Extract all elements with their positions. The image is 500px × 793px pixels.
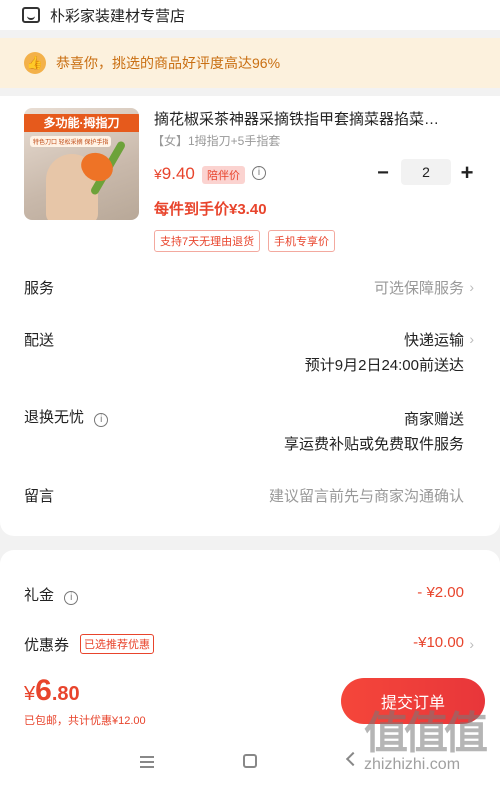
- store-name[interactable]: 朴彩家装建材专营店: [50, 5, 185, 26]
- delivery-eta: 预计9月2日24:00前送达: [304, 357, 464, 374]
- menu-icon[interactable]: [140, 756, 154, 768]
- coupon-recommended-tag: 已选推荐优惠: [80, 634, 154, 654]
- mobile-price-tag: 手机专享价: [268, 230, 335, 252]
- price-symbol: ¥: [154, 166, 162, 182]
- quantity-increase-button[interactable]: +: [456, 162, 478, 186]
- price-value: 9.40: [161, 164, 195, 183]
- service-label: 服务: [24, 280, 55, 297]
- coupon-value[interactable]: -¥10.00: [413, 634, 464, 651]
- price-info-icon[interactable]: i: [252, 166, 266, 180]
- watermark-url: zhizhizhi.com: [364, 756, 461, 773]
- service-value[interactable]: 可选保障服务: [374, 277, 464, 298]
- return-policy-tag: 支持7天无理由退货: [154, 230, 261, 252]
- shipping-savings-note: 已包邮，共计优惠¥12.00: [24, 715, 146, 727]
- total-price: ¥6.80: [24, 674, 80, 708]
- discount-card: 礼金 i - ¥2.00 优惠券 已选推荐优惠 -¥10.00 ›: [0, 550, 500, 670]
- product-price: ¥9.40: [154, 164, 195, 184]
- store-header[interactable]: 朴彩家装建材专营店: [0, 0, 500, 30]
- thumbs-up-icon: 👍: [24, 52, 46, 74]
- note-input[interactable]: 建议留言前先与商家沟通确认: [269, 485, 464, 506]
- price-tag: 陪伴价: [202, 166, 245, 184]
- return-merchant-gift: 商家赠送: [403, 411, 464, 428]
- final-unit-price: 每件到手价¥3.40: [154, 201, 267, 218]
- return-service-detail: 享运费补贴或免费取件服务: [283, 436, 464, 453]
- delivery-label: 配送: [24, 332, 55, 349]
- watermark-glyphs: 值值值: [364, 709, 488, 758]
- note-label: 留言: [24, 488, 55, 505]
- notice-text: 恭喜你，挑选的商品好评度高达96%: [56, 55, 281, 71]
- total-decimal: .80: [51, 683, 80, 705]
- gift-value: - ¥2.00: [417, 584, 464, 601]
- product-image-tags: 特色刀口 轻松采摘 保护手指: [30, 136, 112, 147]
- product-image[interactable]: 多功能·拇指刀 特色刀口 轻松采摘 保护手指: [24, 108, 139, 220]
- rating-notice: 👍 恭喜你，挑选的商品好评度高达96%: [0, 38, 500, 88]
- delivery-chevron-icon[interactable]: ›: [469, 331, 474, 347]
- return-label-text: 退换无忧: [24, 409, 85, 426]
- return-label: 退换无忧 i: [24, 406, 109, 427]
- coupon-label: 优惠券: [24, 637, 70, 654]
- back-icon[interactable]: [345, 751, 361, 767]
- return-info-icon[interactable]: i: [94, 413, 109, 427]
- quantity-input[interactable]: 2: [401, 159, 451, 185]
- quantity-decrease-button[interactable]: −: [373, 162, 393, 186]
- coupon-chevron-icon[interactable]: ›: [469, 636, 474, 652]
- total-currency: ¥: [24, 683, 36, 705]
- home-icon[interactable]: [243, 754, 257, 768]
- product-spec[interactable]: 【女】1拇指刀+5手指套: [152, 132, 280, 149]
- total-integer: 6: [35, 674, 52, 707]
- delivery-method[interactable]: 快递运输: [404, 329, 464, 350]
- store-icon: [22, 7, 40, 23]
- gift-label: 礼金 i: [24, 584, 79, 605]
- order-card: 多功能·拇指刀 特色刀口 轻松采摘 保护手指 摘花椒采茶神器采摘铁指甲套摘菜器掐…: [0, 96, 500, 536]
- service-chevron-icon[interactable]: ›: [469, 279, 474, 295]
- gift-label-text: 礼金: [24, 587, 55, 604]
- watermark: 值值值 zhizhizhi.com: [364, 712, 494, 774]
- product-image-banner: 多功能·拇指刀: [24, 114, 139, 132]
- gift-info-icon[interactable]: i: [64, 591, 79, 605]
- product-title[interactable]: 摘花椒采茶神器采摘铁指甲套摘菜器掐菜…: [154, 108, 476, 129]
